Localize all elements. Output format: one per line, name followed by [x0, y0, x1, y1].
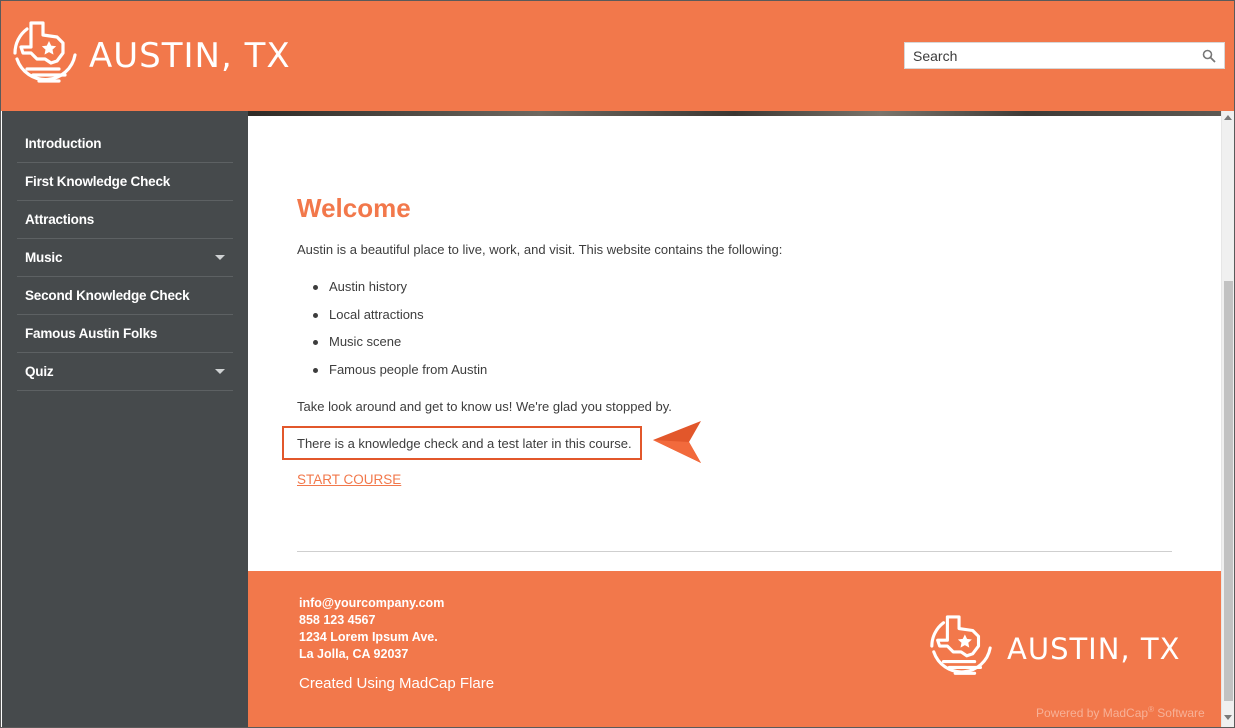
scroll-down-arrow-icon[interactable] — [1224, 715, 1232, 720]
list-item: Famous people from Austin — [297, 359, 487, 387]
sidebar: Introduction First Knowledge Check Attra… — [2, 111, 248, 727]
list-item: Music scene — [297, 331, 487, 359]
sidebar-item-label: Second Knowledge Check — [25, 288, 190, 303]
contact-info: info@yourcompany.com 858 123 4567 1234 L… — [299, 595, 444, 663]
list-item: Austin history — [297, 276, 487, 304]
texas-star-logo-icon — [930, 615, 992, 675]
page-title: Welcome — [297, 193, 411, 223]
contact-address-line1: 1234 Lorem Ipsum Ave. — [299, 630, 438, 644]
powered-by-link[interactable]: Powered by MadCap® Software — [1036, 705, 1205, 720]
powered-suffix: Software — [1153, 706, 1205, 720]
main-content: Welcome Austin is a beautiful place to l… — [248, 116, 1221, 571]
sidebar-item-famous-austin-folks[interactable]: Famous Austin Folks — [17, 315, 233, 353]
search-input[interactable] — [905, 43, 1195, 68]
sidebar-item-label: Introduction — [25, 136, 102, 151]
powered-prefix: Powered by MadCap — [1036, 706, 1149, 720]
topics-list: Austin history Local attractions Music s… — [297, 276, 487, 386]
sidebar-item-label: Music — [25, 250, 63, 265]
contact-email[interactable]: info@yourcompany.com — [299, 595, 444, 612]
caret-down-icon[interactable] — [215, 369, 225, 374]
footer-logo: AUSTIN, TX — [929, 613, 1180, 683]
search-box[interactable] — [904, 42, 1225, 69]
contact-phone: 858 123 4567 — [299, 613, 376, 627]
intro-text: Austin is a beautiful place to live, wor… — [297, 242, 783, 257]
vertical-scrollbar[interactable] — [1221, 111, 1234, 727]
sidebar-item-second-knowledge-check[interactable]: Second Knowledge Check — [17, 277, 233, 315]
created-using-text: Created Using MadCap Flare — [299, 675, 495, 692]
search-icon[interactable] — [1202, 49, 1216, 63]
footer-logo-text: AUSTIN, TX — [1007, 632, 1181, 666]
sidebar-item-label: Famous Austin Folks — [25, 326, 158, 341]
sidebar-item-label: Quiz — [25, 364, 54, 379]
caret-down-icon[interactable] — [215, 255, 225, 260]
sidebar-item-label: First Knowledge Check — [25, 174, 171, 189]
logo-text: AUSTIN, TX — [89, 36, 291, 76]
sidebar-item-attractions[interactable]: Attractions — [17, 201, 233, 239]
sidebar-item-label: Attractions — [25, 212, 95, 227]
sidebar-item-first-knowledge-check[interactable]: First Knowledge Check — [17, 163, 233, 201]
contact-address-line2: La Jolla, CA 92037 — [299, 647, 409, 661]
start-course-link[interactable]: START COURSE — [297, 472, 401, 487]
sidebar-nav: Introduction First Knowledge Check Attra… — [2, 111, 248, 391]
scroll-thumb[interactable] — [1224, 281, 1233, 701]
content-divider — [297, 551, 1172, 552]
header-logo[interactable]: AUSTIN, TX — [13, 19, 291, 91]
arrow-pointer-icon — [653, 421, 701, 463]
list-item: Local attractions — [297, 304, 487, 332]
callout-text: There is a knowledge check and a test la… — [297, 436, 632, 451]
app-window: AUSTIN, TX Introduction First Knowledge … — [0, 0, 1235, 728]
scroll-up-arrow-icon[interactable] — [1224, 115, 1232, 120]
site-header: AUSTIN, TX — [1, 1, 1234, 111]
highlight-callout: There is a knowledge check and a test la… — [282, 426, 642, 460]
sidebar-item-quiz[interactable]: Quiz — [17, 353, 233, 391]
site-footer: info@yourcompany.com 858 123 4567 1234 L… — [248, 571, 1221, 727]
sidebar-item-introduction[interactable]: Introduction — [17, 125, 233, 163]
sidebar-item-music[interactable]: Music — [17, 239, 233, 277]
texas-star-logo-icon — [13, 21, 77, 83]
take-look-text: Take look around and get to know us! We'… — [297, 399, 672, 414]
